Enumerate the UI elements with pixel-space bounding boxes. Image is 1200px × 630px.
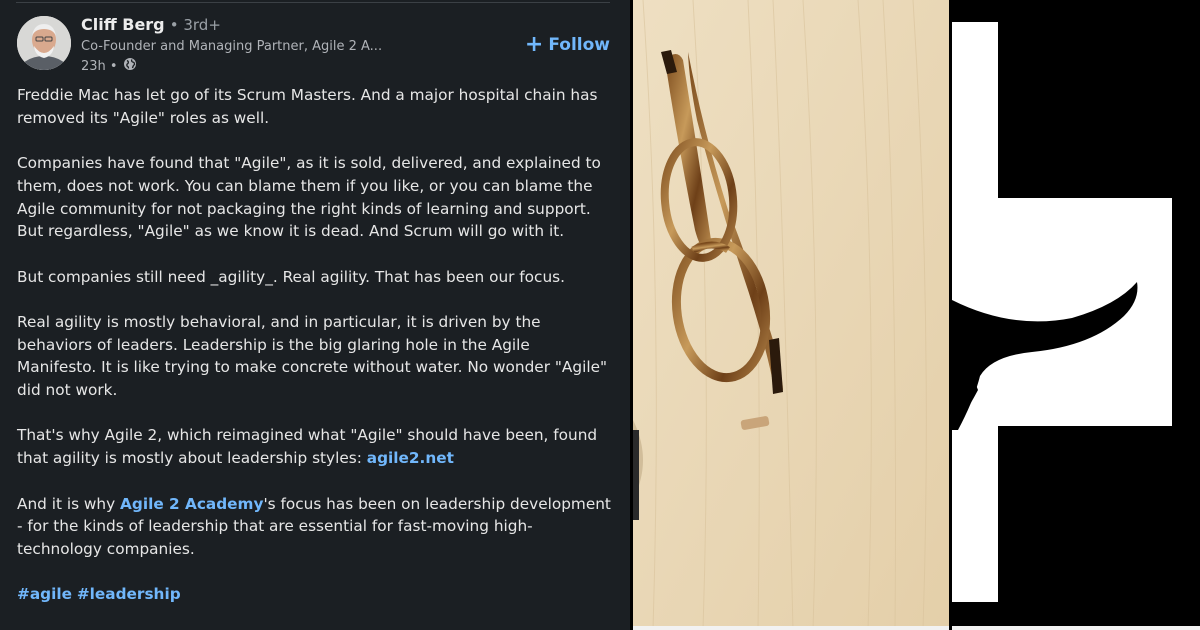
paragraph-text: That's why Agile 2, which reimagined wha… [17, 426, 598, 468]
hashtag-leadership[interactable]: #leadership [77, 585, 181, 603]
follow-label: Follow [548, 35, 610, 55]
divider [952, 626, 1200, 630]
divider [633, 626, 949, 630]
plus-icon: + [524, 32, 544, 57]
post-meta: 23h • [81, 57, 137, 75]
agile2-academy-link[interactable]: Agile 2 Academy [120, 495, 263, 513]
agile2-link[interactable]: agile2.net [367, 449, 454, 467]
logo-image [952, 0, 1200, 630]
glasses-on-desk-image [633, 0, 949, 630]
post-timestamp: 23h • [81, 58, 118, 74]
paragraph: And it is why Agile 2 Academy's focus ha… [17, 493, 613, 561]
image-collage: Cliff Berg • 3rd+ Co-Founder and Managin… [0, 0, 1200, 630]
paragraph: Companies have found that "Agile", as it… [17, 154, 601, 241]
agile2-logo-crop [952, 0, 1200, 630]
divider [16, 2, 610, 3]
author-line: Cliff Berg • 3rd+ [81, 15, 221, 34]
hashtag-agile[interactable]: #agile [17, 585, 72, 603]
connection-degree: • 3rd+ [169, 16, 221, 34]
avatar-photo [17, 16, 71, 70]
hashtags: #agile #leadership [17, 583, 613, 606]
paragraph: That's why Agile 2, which reimagined wha… [17, 424, 613, 469]
linkedin-post: Cliff Berg • 3rd+ Co-Founder and Managin… [0, 0, 630, 630]
follow-button[interactable]: + Follow [525, 34, 610, 56]
post-body: Freddie Mac has let go of its Scrum Mast… [17, 84, 613, 629]
globe-icon [123, 57, 137, 75]
avatar[interactable] [17, 16, 71, 70]
author-headline: Co-Founder and Managing Partner, Agile 2… [81, 39, 383, 54]
paragraph-text: And it is why [17, 494, 121, 513]
paragraph: Real agility is mostly behavioral, and i… [17, 312, 608, 400]
paragraph: But companies still need _agility_. Real… [17, 267, 565, 286]
glasses-photo [633, 0, 949, 630]
author-name[interactable]: Cliff Berg [81, 15, 165, 34]
paragraph: Freddie Mac has let go of its Scrum Mast… [17, 86, 598, 127]
